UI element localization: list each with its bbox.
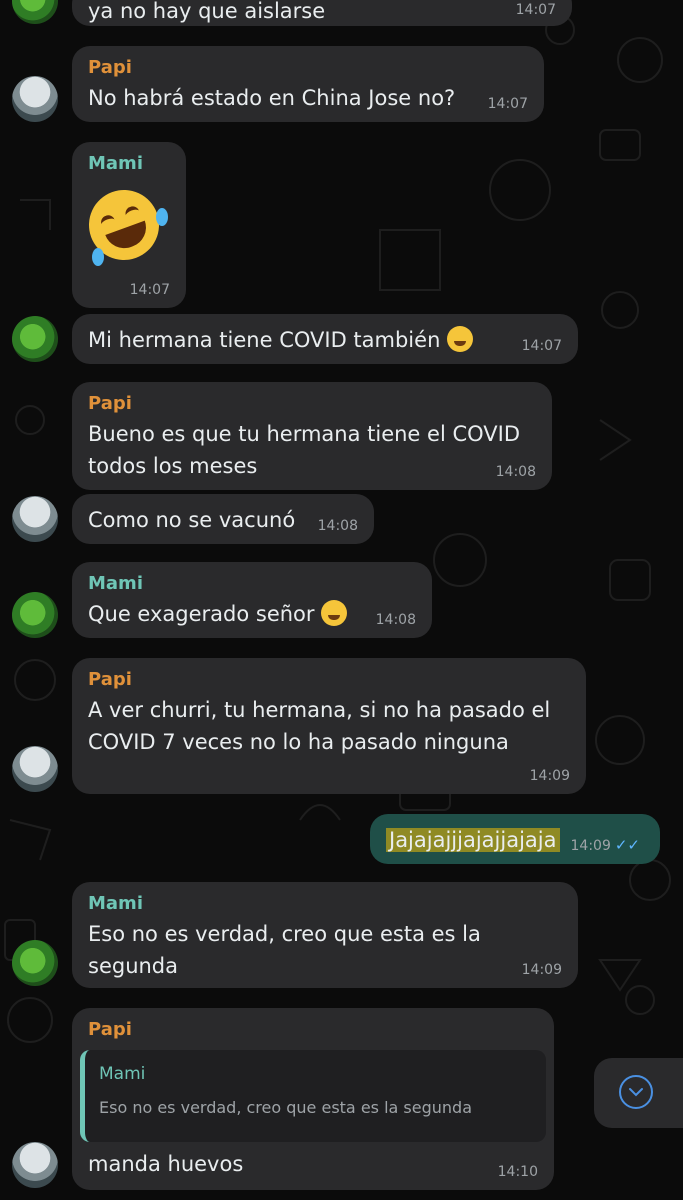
avatar[interactable] — [12, 746, 58, 792]
message-time: 14:07 — [521, 338, 562, 354]
sweat-smile-icon — [321, 600, 348, 626]
sender-name: Papi — [88, 1019, 132, 1040]
message-time: 14:08 — [317, 518, 358, 534]
sender-name: Mami — [88, 573, 143, 594]
message-time: 14:07 — [129, 282, 170, 298]
scroll-to-bottom-button[interactable] — [594, 1058, 683, 1128]
message-time: 14:09 — [529, 768, 570, 784]
message-text: segunda — [88, 954, 179, 978]
quoted-sender: Mami — [99, 1064, 146, 1084]
chevron-down-icon — [619, 1075, 653, 1109]
message-text: Bueno es que tu hermana tiene el COVID — [88, 422, 521, 446]
weary-face-icon — [447, 326, 474, 352]
avatar[interactable] — [12, 940, 58, 986]
sender-name: Mami — [88, 893, 143, 914]
tear-icon — [156, 208, 168, 226]
message-text-content: Que exagerado señor — [88, 602, 315, 626]
message-bubble[interactable]: Papi Mami Eso no es verdad, creo que est… — [72, 1008, 554, 1190]
avatar[interactable] — [12, 1142, 58, 1188]
message-bubble[interactable]: Como no se vacunó 14:08 — [72, 494, 374, 544]
message-bubble[interactable]: Mami Eso no es verdad, creo que esta es … — [72, 882, 578, 988]
read-receipt-icon: ✓✓ — [614, 836, 640, 854]
message-time: 14:08 — [495, 464, 536, 480]
message-time: 14:09 ✓✓ — [571, 836, 641, 854]
quoted-message[interactable]: Mami Eso no es verdad, creo que esta es … — [80, 1050, 546, 1142]
message-text: ya no hay que aislarse — [88, 0, 326, 23]
quoted-text: Eso no es verdad, creo que esta es la se… — [99, 1098, 472, 1117]
message-bubble-outgoing[interactable]: Jajajajjjajajjajaja 14:09 ✓✓ — [370, 814, 660, 864]
message-time: 14:08 — [375, 612, 416, 628]
message-bubble[interactable]: Papi Bueno es que tu hermana tiene el CO… — [72, 382, 552, 490]
message-bubble[interactable]: Mi hermana tiene COVID también 14:07 — [72, 314, 578, 364]
message-text-content: Mi hermana tiene COVID también — [88, 328, 441, 352]
message-bubble[interactable]: Papi A ver churri, tu hermana, si no ha … — [72, 658, 586, 794]
message-bubble[interactable]: ya no hay que aislarse 14:07 — [72, 0, 572, 26]
sender-name: Mami — [88, 153, 143, 174]
message-bubble[interactable]: Mami Que exagerado señor 14:08 — [72, 562, 432, 638]
sender-name: Papi — [88, 57, 132, 78]
message-text: Que exagerado señor — [88, 598, 416, 630]
message-text: todos los meses — [88, 454, 258, 478]
message-time: 14:07 — [487, 96, 528, 112]
message-text: manda huevos — [88, 1152, 244, 1176]
message-text: Eso no es verdad, creo que esta es la — [88, 922, 481, 946]
avatar[interactable] — [12, 76, 58, 122]
avatar[interactable] — [12, 592, 58, 638]
message-time: 14:09 — [521, 962, 562, 978]
message-text: A ver churri, tu hermana, si no ha pasad… — [88, 698, 551, 722]
avatar[interactable] — [12, 496, 58, 542]
message-time: 14:10 — [497, 1164, 538, 1180]
tear-icon — [92, 248, 104, 266]
sender-name: Papi — [88, 393, 132, 414]
message-bubble[interactable]: Papi No habrá estado en China Jose no? 1… — [72, 46, 544, 122]
message-text: No habrá estado en China Jose no? — [88, 86, 456, 110]
message-time: 14:07 — [515, 2, 556, 18]
avatar[interactable] — [12, 316, 58, 362]
message-time-value: 14:09 — [570, 838, 611, 854]
sender-name: Papi — [88, 669, 132, 690]
message-bubble[interactable]: Mami 14:07 — [72, 142, 186, 308]
search-highlight: Jajajajjjajajjajaja — [386, 828, 560, 852]
message-text: COVID 7 veces no lo ha pasado ninguna — [88, 730, 509, 754]
message-text: Mi hermana tiene COVID también — [88, 324, 562, 356]
